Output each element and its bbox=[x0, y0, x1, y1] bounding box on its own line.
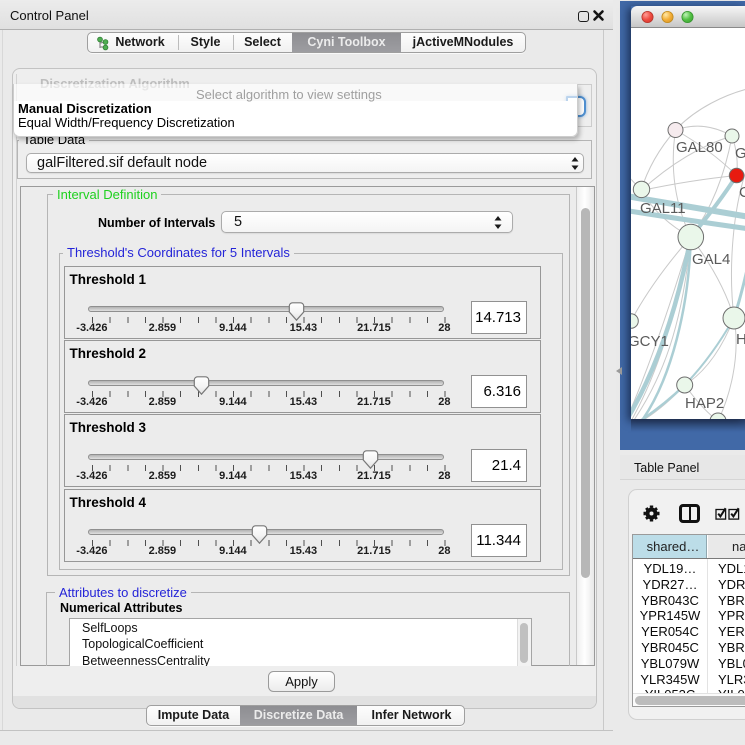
svg-text:C: C bbox=[739, 184, 745, 201]
svg-text:GA: GA bbox=[735, 145, 745, 162]
svg-text:GAL80: GAL80 bbox=[676, 139, 723, 156]
svg-text:GAL11: GAL11 bbox=[640, 200, 686, 217]
svg-text:HA: HA bbox=[736, 331, 745, 348]
svg-text:GCY1: GCY1 bbox=[631, 333, 669, 350]
svg-text:HAP2: HAP2 bbox=[685, 395, 724, 412]
svg-text:GAL4: GAL4 bbox=[692, 251, 730, 268]
